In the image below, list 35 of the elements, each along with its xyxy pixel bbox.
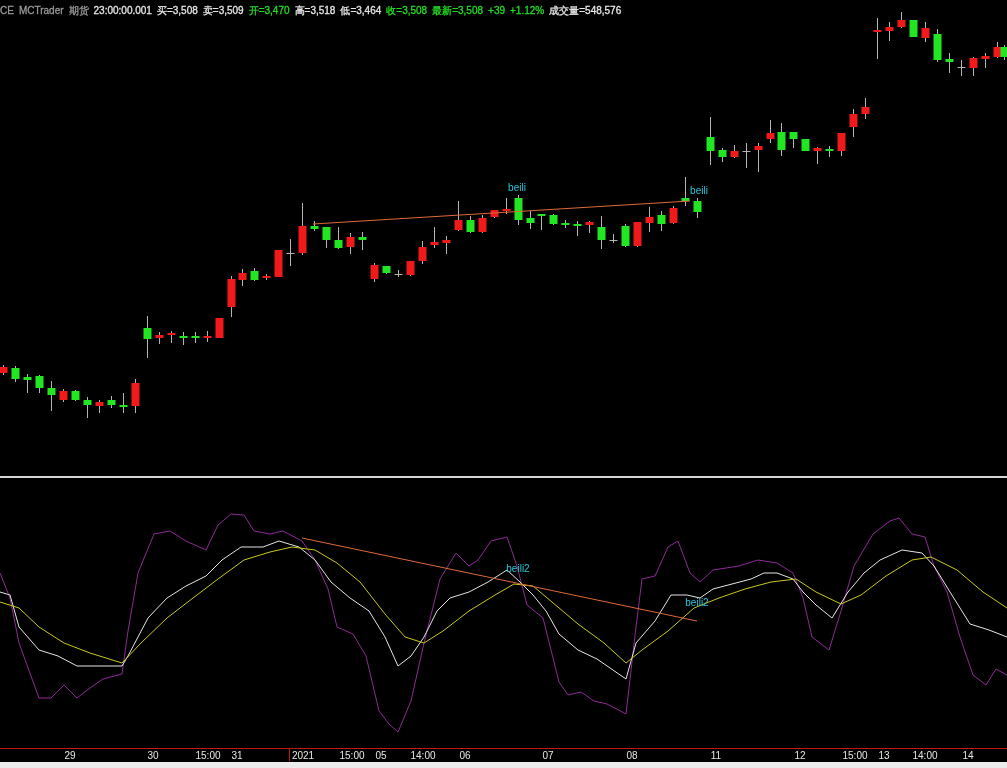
percent-change: +1.12% — [510, 4, 545, 17]
symbol-label: CE — [0, 4, 14, 17]
last-price: 最新=3,508 — [432, 4, 484, 17]
axis-label: 13 — [878, 750, 890, 761]
price-change: +39 — [488, 4, 506, 17]
bid-price: 买=3,508 — [156, 4, 198, 17]
close-price: 收=3,508 — [386, 4, 428, 17]
signal-label: beili2 — [685, 597, 709, 608]
axis-label: 08 — [626, 750, 638, 761]
axis-label: 12 — [794, 750, 806, 761]
signal-label: beili — [508, 182, 526, 193]
low-price: 低=3,464 — [340, 4, 382, 17]
timestamp: 23:00:00.001 — [93, 4, 152, 17]
axis-label: 30 — [147, 750, 159, 761]
axis-label: 05 — [375, 750, 387, 761]
high-price: 高=3,518 — [294, 4, 336, 17]
axis-label: 31 — [231, 750, 243, 761]
volume-label: 成交量=548,576 — [549, 4, 622, 17]
axis-label: 14:00 — [912, 750, 938, 761]
axis-label: 11 — [710, 750, 722, 761]
axis-label: 06 — [459, 750, 471, 761]
signal-label: beili2 — [506, 563, 530, 574]
axis-label: 07 — [542, 750, 554, 761]
axis-label: 15:00 — [195, 750, 221, 761]
signal-label: beili — [690, 185, 708, 196]
axis-label: 2021 — [291, 750, 315, 761]
ask-price: 卖=3,509 — [202, 4, 244, 17]
market-type: 期货 — [68, 4, 89, 17]
axis-label: 15:00 — [842, 750, 868, 761]
open-price: 开=3,470 — [248, 4, 290, 17]
axis-label: 14 — [962, 750, 974, 761]
axis-label: 29 — [64, 750, 76, 761]
app-name: MCTrader — [18, 4, 64, 17]
axis-label: 14:00 — [410, 750, 436, 761]
axis-label: 15:00 — [339, 750, 365, 761]
